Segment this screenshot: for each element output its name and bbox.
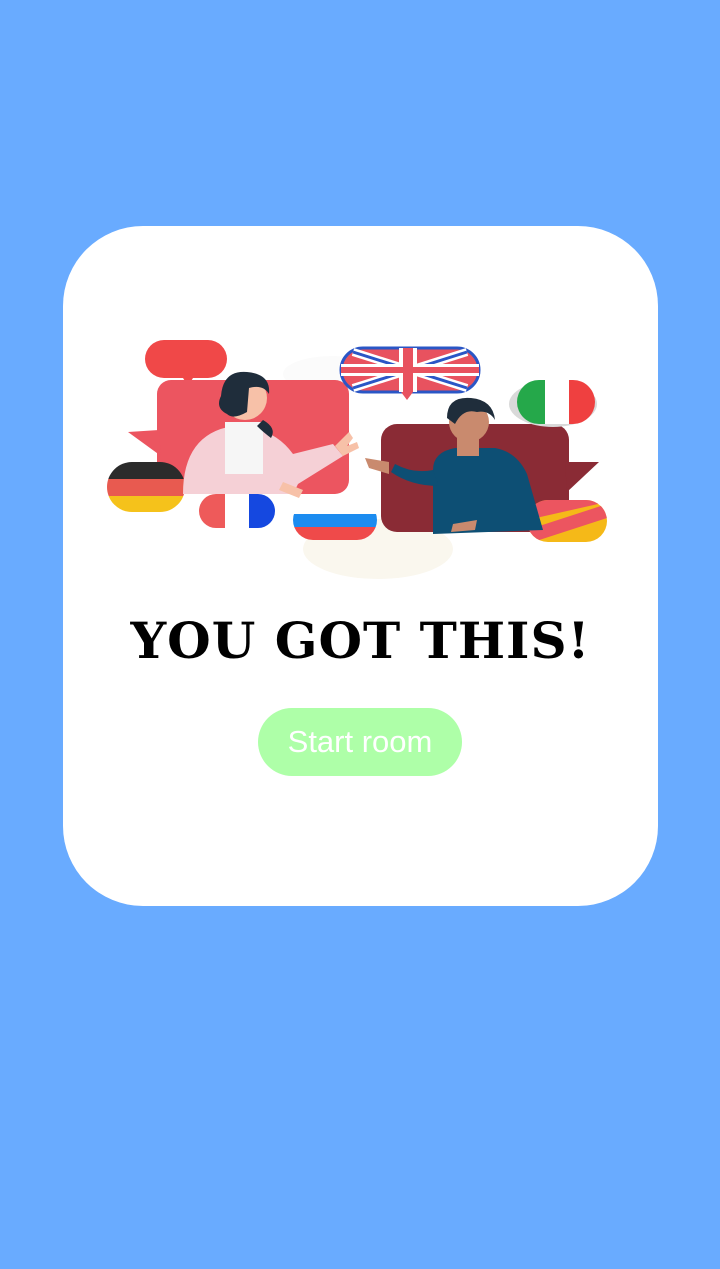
welcome-card: YOU GOT THIS! Start room	[63, 226, 658, 906]
germany-flag-icon	[107, 462, 185, 512]
russia-flag-icon	[293, 500, 377, 540]
red-speech-bubble-icon	[145, 340, 227, 386]
italy-flag-icon	[509, 380, 597, 427]
uk-flag-icon	[339, 346, 481, 400]
page-title: YOU GOT THIS!	[130, 611, 591, 670]
france-flag-icon	[199, 494, 275, 528]
conversation-illustration	[107, 340, 607, 579]
app-screen: YOU GOT THIS! Start room	[0, 0, 720, 1269]
start-room-button[interactable]: Start room	[258, 708, 462, 776]
